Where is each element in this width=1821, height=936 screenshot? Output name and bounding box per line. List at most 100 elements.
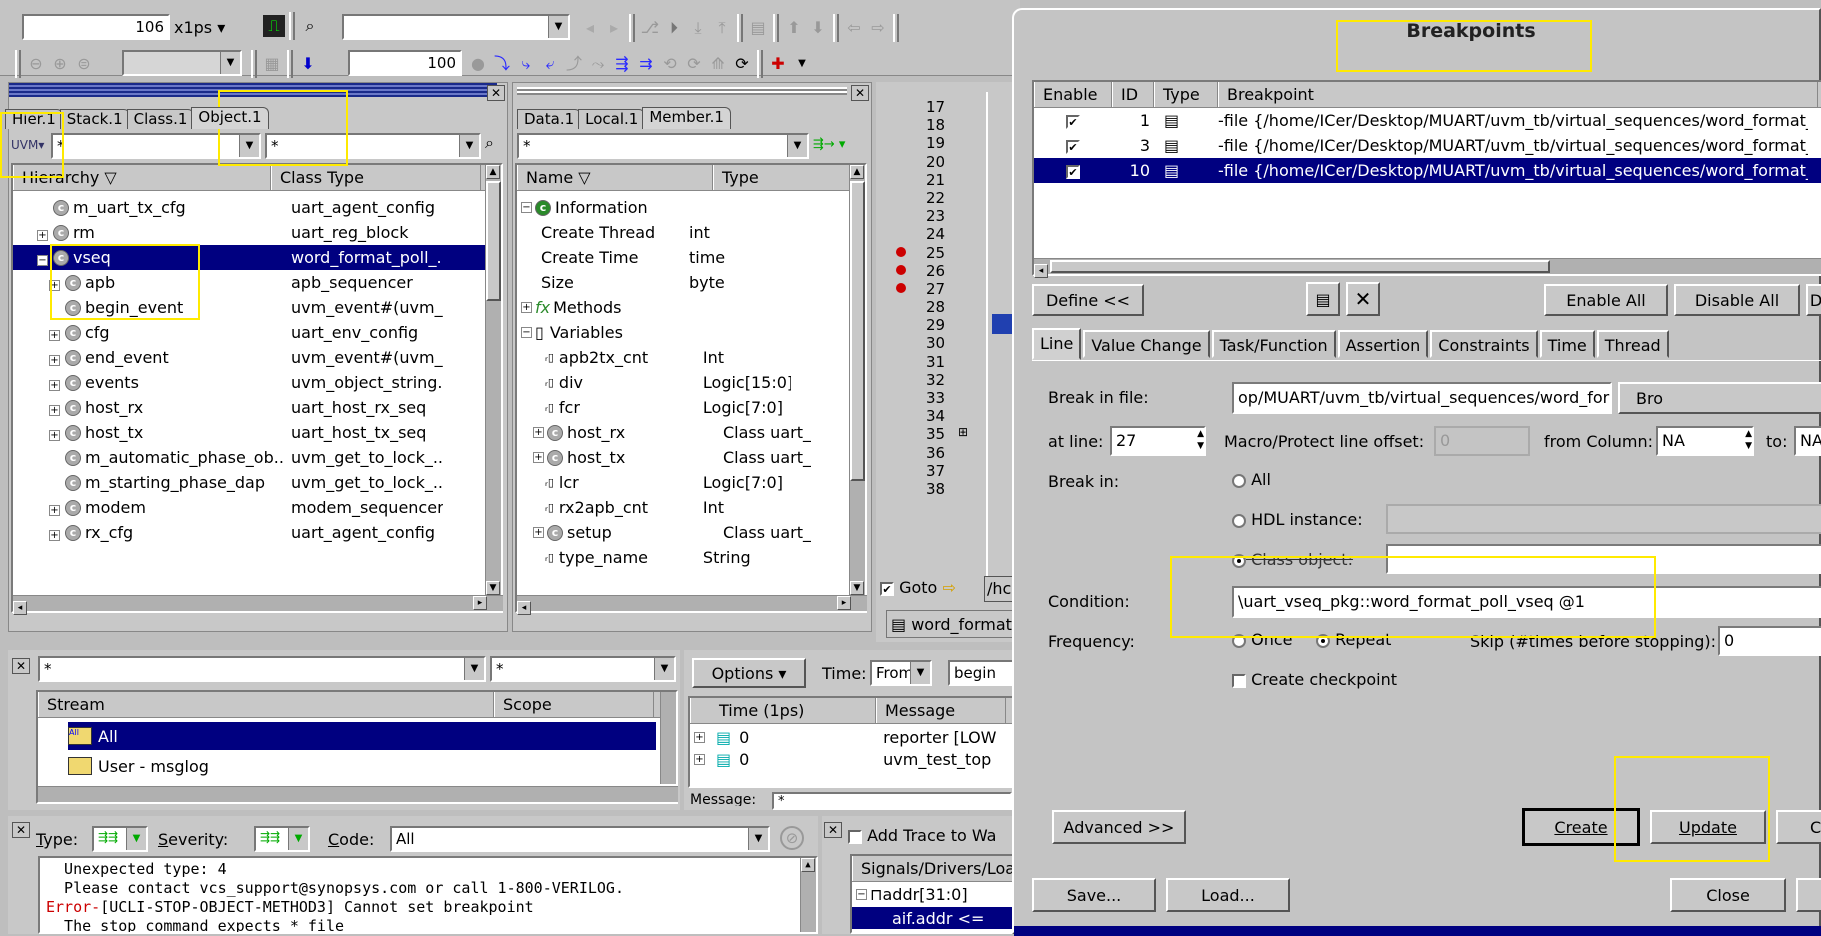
break-file-field[interactable]: op/MUART/uvm_tb/virtual_sequences/word_f…	[1232, 382, 1612, 414]
expand-icon[interactable]: −	[521, 327, 532, 338]
data-row[interactable]: ᵣ▯ type_name String	[517, 545, 847, 570]
zoom-in-icon[interactable]: ⊕	[49, 53, 71, 75]
chevron-down-icon[interactable]: ▼	[548, 16, 568, 38]
radio-repeat-button[interactable]	[1316, 633, 1330, 648]
condition-field[interactable]: \uart_vseq_pkg::word_format_poll_vseq @1	[1232, 586, 1821, 618]
radio-all[interactable]: All	[1232, 470, 1271, 489]
col-class-type[interactable]: Class Type	[271, 165, 481, 190]
options-button[interactable]: Options ▾	[692, 658, 806, 688]
data-row[interactable]: +csetup Class uart_con	[517, 520, 847, 545]
step-in-icon[interactable]: ⤓	[687, 17, 709, 39]
source-line[interactable]: 38	[896, 480, 986, 498]
bp-tab-value-change[interactable]: Value Change	[1083, 330, 1210, 358]
bp-enable-checkbox[interactable]: ✔	[1066, 139, 1080, 154]
col-hierarchy[interactable]: Hierarchy ▽	[13, 165, 271, 190]
source-line[interactable]: 31	[896, 353, 986, 371]
data-row[interactable]: ᵣ▯ lcr Logic[7:0]	[517, 470, 847, 495]
expand-icon[interactable]: +	[49, 380, 60, 391]
chevron-down-icon[interactable]: ▼	[239, 135, 259, 157]
hier-filter-1[interactable]: * ▼	[51, 133, 261, 159]
hier-row[interactable]: + c events uvm_object_string...	[13, 370, 485, 395]
source-line[interactable]: 22	[896, 189, 986, 207]
radio-hdl[interactable]: HDL instance:	[1232, 510, 1363, 529]
add-trace-check-box[interactable]	[848, 829, 862, 844]
data-row[interactable]: − c Information	[517, 195, 847, 220]
breakpoint-icon[interactable]	[896, 282, 906, 293]
hier-row[interactable]: + c modem modem_sequencer	[13, 495, 485, 520]
source-line[interactable]: 17	[896, 98, 986, 116]
data-row[interactable]: Create Thread int	[517, 220, 847, 245]
waveform-add-icon[interactable]: ✚	[767, 53, 789, 75]
bp-enable-checkbox[interactable]: ✔	[1066, 164, 1080, 179]
source-line[interactable]: 20	[896, 153, 986, 171]
class-object-field[interactable]	[1386, 544, 1821, 574]
zoom-fit-icon[interactable]: ⊜	[73, 53, 95, 75]
step-into-icon[interactable]: ⤳	[587, 53, 609, 75]
d-button[interactable]: D	[1806, 284, 1821, 316]
hier-row[interactable]: + c rm uart_reg_block	[13, 220, 485, 245]
step-value-field[interactable]: 100	[348, 50, 462, 76]
source-line[interactable]: 19	[896, 134, 986, 152]
stream-row-user[interactable]: User - msglog	[68, 752, 656, 780]
data-vscroll[interactable]: ▲ ▼	[849, 165, 865, 595]
data-row[interactable]: − ▯ Variables	[517, 320, 847, 345]
bp-tab-line[interactable]: Line	[1032, 328, 1082, 360]
step-class-icon[interactable]: ⇉	[635, 53, 657, 75]
close-button[interactable]: Close	[1670, 878, 1786, 912]
hier-row[interactable]: + c cfg uart_env_config	[13, 320, 485, 345]
expand-icon[interactable]: +	[694, 753, 705, 765]
col-enable[interactable]: Enable	[1034, 82, 1112, 107]
hier-row[interactable]: c m_automatic_phase_ob... uvm_get_to_lock_…	[13, 445, 485, 470]
stream-filter-2[interactable]: * ▼	[490, 656, 676, 682]
close-icon[interactable]: ✕	[824, 822, 842, 838]
severity-select[interactable]: ⇶⇶ ▼	[254, 826, 310, 852]
expand-icon[interactable]: −	[37, 255, 48, 266]
expand-icon[interactable]: +	[521, 302, 532, 313]
update-button[interactable]: Update	[1650, 810, 1766, 844]
macro-spinner[interactable]: 0	[1434, 426, 1530, 456]
msg-row[interactable]: + ▤ 0 uvm_test_top	[690, 748, 1020, 770]
tab-hier[interactable]: Hier.1	[5, 109, 63, 129]
col-breakpoint[interactable]: Breakpoint	[1218, 82, 1818, 107]
stream-hscroll[interactable]	[38, 786, 678, 802]
data-hscroll[interactable]: ◂ ▸	[517, 595, 867, 615]
enable-all-button[interactable]: Enable All	[1544, 284, 1668, 316]
data-row[interactable]: Create Time time	[517, 245, 847, 270]
expand-icon[interactable]: +	[49, 405, 60, 416]
stream-row-all[interactable]: All All	[68, 722, 656, 750]
col-type[interactable]: Type	[713, 165, 853, 190]
run-icon[interactable]: ⤴	[563, 53, 585, 75]
hier-row[interactable]: c begin_event uvm_event#(uvm_...	[13, 295, 485, 320]
chevron-down-icon[interactable]: ▼	[220, 52, 240, 74]
tab-stack[interactable]: Stack.1	[59, 109, 130, 129]
bp-row[interactable]: ✔ 1 ▤ -file {/home/ICer/Desktop/MUART/uvm_t…	[1034, 108, 1821, 133]
hier-vscroll[interactable]: ▲ ▼	[485, 165, 501, 595]
clear-filter-icon[interactable]: ⊘	[780, 826, 804, 850]
skip-field[interactable]: 0	[1718, 626, 1821, 656]
col-type[interactable]: Type	[1154, 82, 1218, 107]
goto-check-box[interactable]: ✔	[880, 581, 894, 596]
uvm-filter-icon[interactable]: UVM▾	[11, 133, 47, 159]
bp-row[interactable]: ✔ 10 ▤ -file {/home/ICer/Desktop/MUART/uvm_…	[1034, 158, 1821, 183]
radio-all-button[interactable]	[1232, 473, 1246, 488]
radio-class[interactable]: Class object:	[1232, 550, 1353, 569]
source-line[interactable]: 34	[896, 407, 986, 425]
close-icon[interactable]: ✕	[487, 85, 505, 101]
data-row[interactable]: ᵣ▯ apb2tx_cnt Int	[517, 345, 847, 370]
find-prev-icon[interactable]: ◂	[579, 17, 601, 39]
type-select[interactable]: ⇶⇶ ▼	[92, 826, 148, 852]
chevron-down-icon[interactable]: ▼	[910, 662, 930, 684]
col-name[interactable]: Name ▽	[517, 165, 713, 190]
create-checkpoint-box[interactable]	[1232, 673, 1246, 688]
chevron-down-icon[interactable]: ▼	[787, 135, 807, 157]
source-line[interactable]: 28	[896, 298, 986, 316]
source-line[interactable]: 25	[896, 244, 986, 262]
expand-icon[interactable]: +	[49, 505, 60, 516]
source-file-tab[interactable]: ▤ word_format	[886, 610, 1026, 638]
binoculars-icon[interactable]: ⌕	[299, 15, 321, 37]
properties-icon[interactable]: ▤	[1306, 282, 1340, 316]
reverse2-icon[interactable]: ⟳	[683, 53, 705, 75]
bp-tab-time[interactable]: Time	[1539, 330, 1595, 358]
expand-icon[interactable]: −	[521, 202, 532, 213]
chevron-down-icon[interactable]: ▼	[464, 658, 484, 680]
